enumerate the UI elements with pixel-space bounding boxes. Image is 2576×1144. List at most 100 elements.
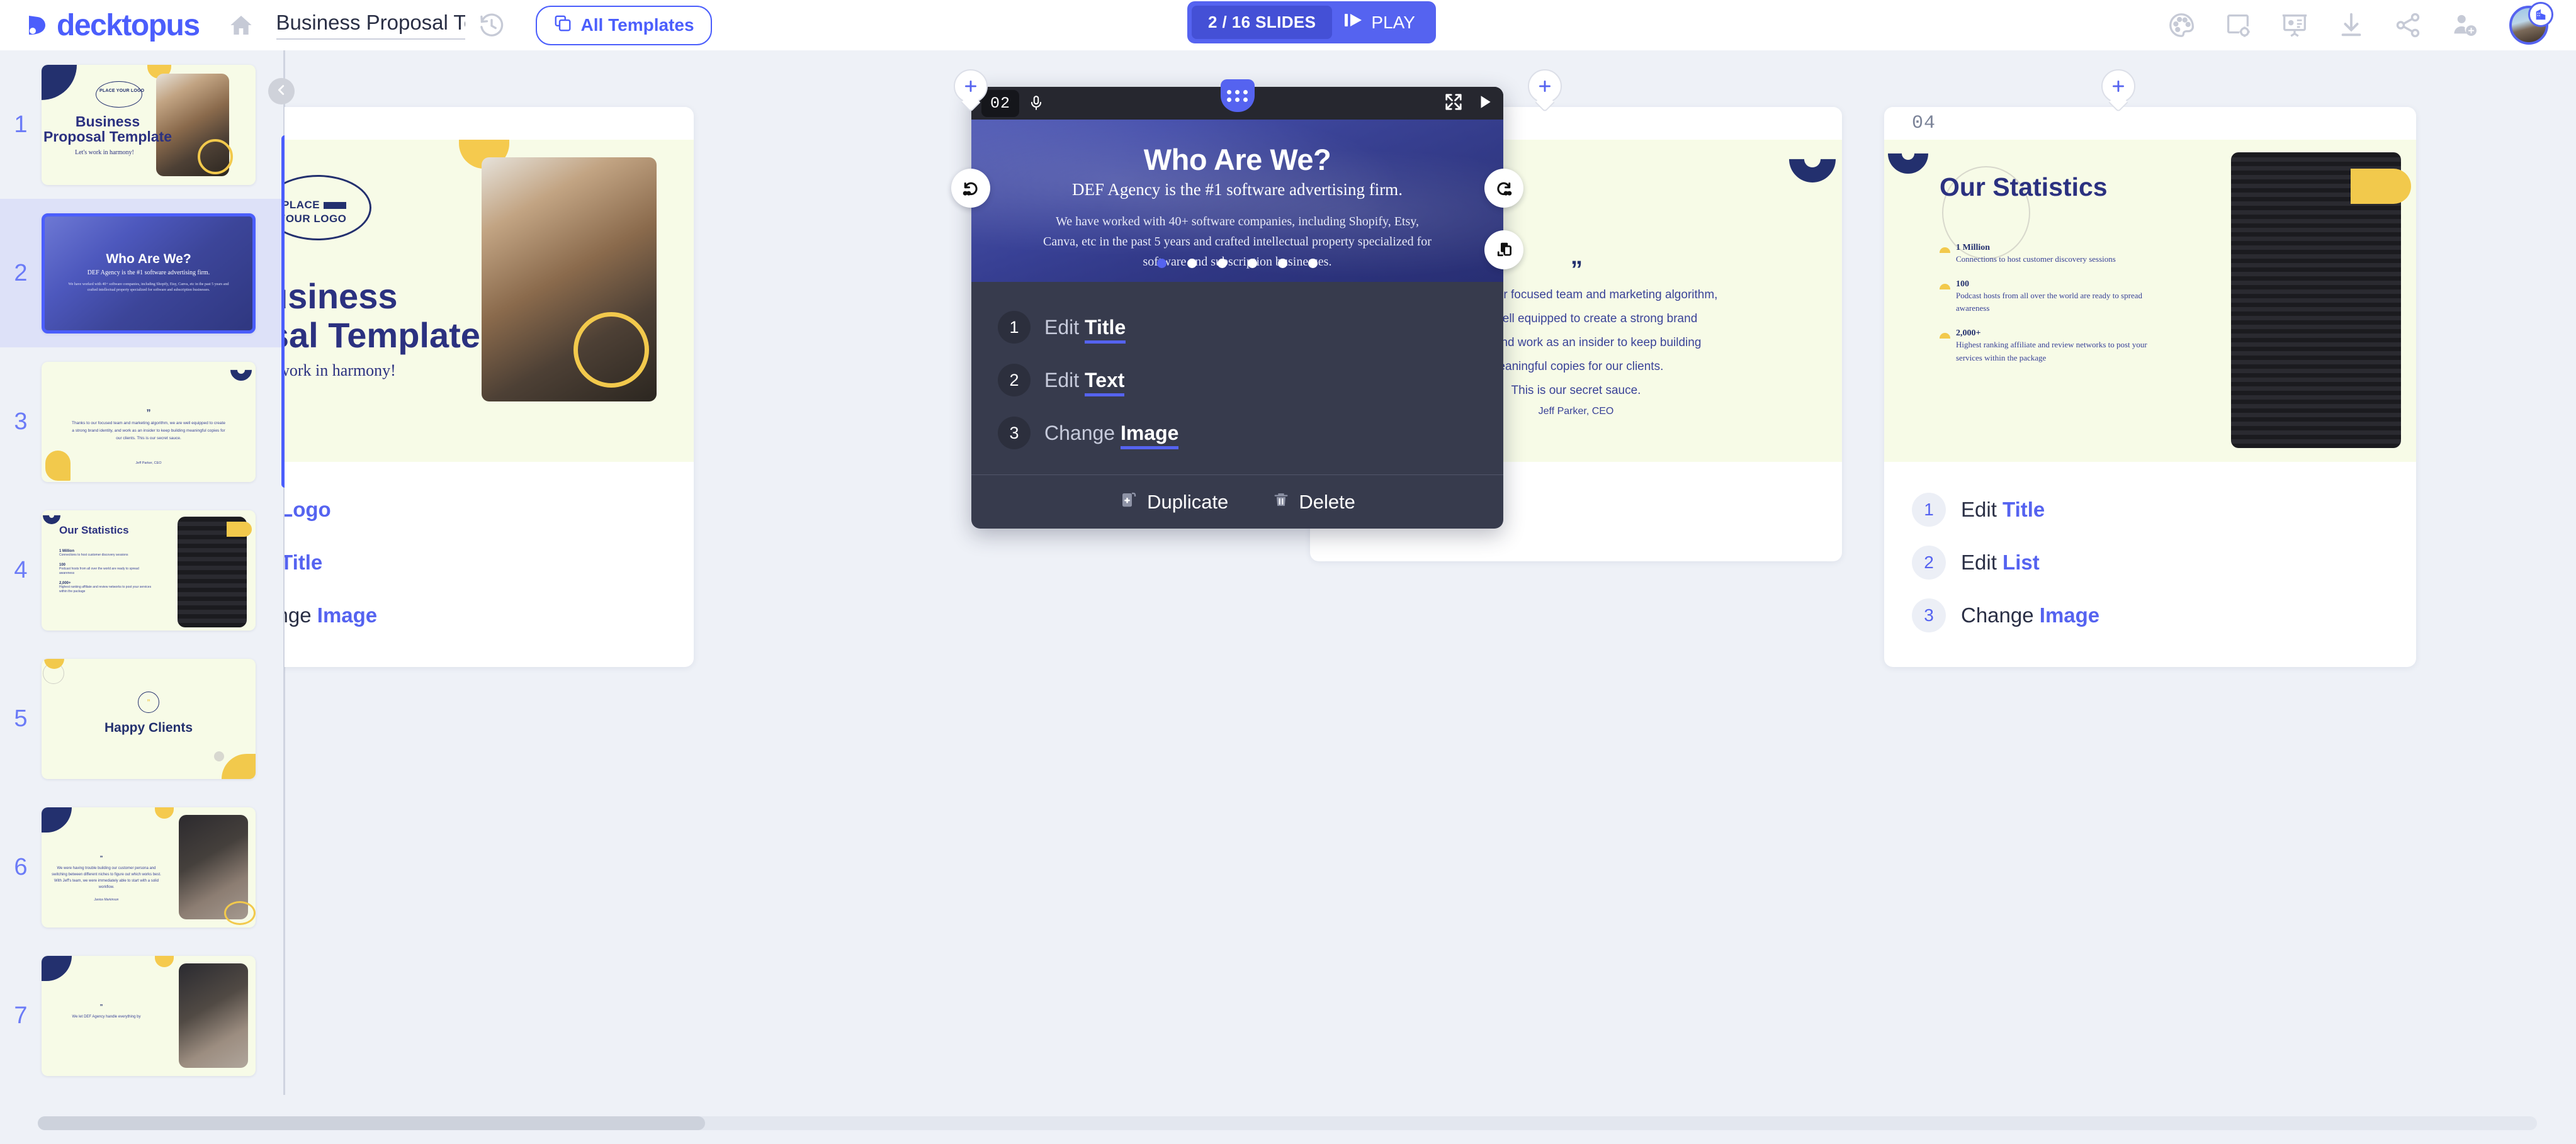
document-title-input[interactable] xyxy=(276,11,465,40)
horizontal-scroll-thumb[interactable] xyxy=(38,1116,705,1130)
active-slide-artboard[interactable]: Who Are We? DEF Agency is the #1 softwar… xyxy=(951,120,1523,282)
carousel-dot-6[interactable] xyxy=(1308,259,1318,268)
carousel-dot-1[interactable] xyxy=(1157,259,1167,268)
sidebar-thumb-5[interactable]: 5 ” Happy Clients xyxy=(0,644,285,793)
carousel-dot-4[interactable] xyxy=(1248,259,1257,268)
add-slide-button-2[interactable] xyxy=(1528,69,1562,103)
decor-gray-dot xyxy=(214,751,224,761)
sidebar-thumb-4[interactable]: 4 Our Statistics 1 Million Connections t… xyxy=(0,496,285,644)
download-icon[interactable] xyxy=(2337,11,2366,40)
slide-subtitle[interactable]: DEF Agency is the #1 software advertisin… xyxy=(971,180,1503,199)
slide-thumbnail-sidebar[interactable]: 1 PLACE YOUR LOGO Business Proposal Temp… xyxy=(0,50,285,1095)
stat-desc: Highest ranking affiliate and review net… xyxy=(1956,340,2147,362)
drag-handle-icon[interactable] xyxy=(1220,79,1255,112)
thumb-logo-ring xyxy=(96,81,142,108)
stats-list[interactable]: 1 Million Connections to host customer d… xyxy=(1940,243,2147,364)
thumb-preview: ” We let DEF Agency handle everything by xyxy=(42,955,256,1076)
undo-button[interactable] xyxy=(951,169,990,208)
add-user-icon[interactable] xyxy=(2450,11,2479,40)
decor-yellow-petal xyxy=(45,450,71,481)
microphone-icon[interactable] xyxy=(1028,94,1044,113)
action-target: Logo xyxy=(285,498,331,521)
slide-settings-icon[interactable] xyxy=(2223,11,2252,40)
action-edit-text[interactable]: 2 Edit Text xyxy=(998,354,1503,407)
layout-carousel-dots[interactable] xyxy=(971,259,1503,268)
action-edit-title[interactable]: 1 Edit Title xyxy=(998,301,1503,354)
top-bar: decktopus All Templates 2 / 16 SLIDES xyxy=(0,0,2576,50)
action-change-image[interactable]: 3 Change Image xyxy=(1912,589,2416,642)
palette-icon[interactable] xyxy=(2167,11,2196,40)
brand-logo[interactable]: decktopus xyxy=(26,8,200,43)
thumb-number: 1 xyxy=(14,111,28,138)
duplicate-button[interactable]: Duplicate xyxy=(1119,490,1228,515)
slide-title[interactable]: Who Are We? xyxy=(971,142,1503,177)
sidebar-thumb-1[interactable]: 1 PLACE YOUR LOGO Business Proposal Temp… xyxy=(0,50,285,199)
play-slide-icon[interactable] xyxy=(1477,93,1493,114)
stat-desc: Podcast hosts from all over the world ar… xyxy=(1956,291,2143,313)
delete-button[interactable]: Delete xyxy=(1272,490,1355,515)
action-change-image[interactable]: 3 Change Image xyxy=(998,407,1503,459)
slide-artboard-01[interactable]: PLACE YOUR LOGO Business Proposal Templa… xyxy=(285,140,694,462)
thumb-title: Our Statistics xyxy=(59,524,129,536)
decor-yellow-blob xyxy=(155,807,174,819)
redo-button[interactable] xyxy=(1484,169,1523,208)
stat-value: 1 Million xyxy=(1956,243,1991,252)
sidebar-thumb-6[interactable]: 6 ” We were having trouble building our … xyxy=(0,793,285,941)
play-button[interactable]: PLAY xyxy=(1335,7,1432,38)
slide-card-02-active[interactable]: 02 Who Are We? DEF Agency is the #1 soft… xyxy=(951,79,1523,529)
action-change-image[interactable]: 3 Change Image xyxy=(285,589,694,642)
stat-desc: Connections to host customer discovery s… xyxy=(59,552,128,557)
decor-yellow-blob xyxy=(155,955,174,967)
action-edit-logo[interactable]: 1 Edit Logo xyxy=(285,483,694,536)
slide-logo[interactable]: PLACE YOUR LOGO xyxy=(285,175,371,240)
action-verb: Edit xyxy=(1961,498,1997,521)
user-avatar-wrapper[interactable] xyxy=(2509,2,2553,45)
slides-canvas[interactable]: 01 PLACE YOUR LOGO Business Proposal Tem… xyxy=(285,50,2576,1096)
home-icon[interactable] xyxy=(229,13,254,38)
slide-title-line1[interactable]: Business xyxy=(285,276,477,317)
slide-card-01[interactable]: 01 PLACE YOUR LOGO Business Proposal Tem… xyxy=(285,107,694,667)
stat-item: 100 Podcast hosts from all over the worl… xyxy=(1940,279,2147,315)
decktopus-mark-icon xyxy=(26,14,49,36)
share-icon[interactable] xyxy=(2393,11,2422,40)
add-slide-button-3[interactable] xyxy=(2101,69,2135,103)
slide-title-line2[interactable]: Proposal Template xyxy=(285,315,486,356)
carousel-dot-3[interactable] xyxy=(1217,259,1227,268)
title-underline xyxy=(276,38,465,40)
slides-counter[interactable]: 2 / 16 SLIDES xyxy=(1192,6,1333,39)
action-target: Title xyxy=(1085,315,1126,344)
history-icon[interactable] xyxy=(478,11,506,39)
carousel-dot-2[interactable] xyxy=(1187,259,1197,268)
change-layout-button[interactable] xyxy=(1484,230,1523,269)
action-edit-title[interactable]: 1 Edit Title xyxy=(1912,483,2416,536)
carousel-dot-5[interactable] xyxy=(1278,259,1287,268)
sidebar-thumb-3[interactable]: 3 ” Thanks to our focused team and marke… xyxy=(0,347,285,496)
action-index: 1 xyxy=(1912,493,1946,527)
all-templates-button[interactable]: All Templates xyxy=(535,5,712,45)
thumb-number: 3 xyxy=(14,408,28,435)
sidebar-thumb-7[interactable]: 7 ” We let DEF Agency handle everything … xyxy=(0,941,285,1090)
slide-card-04[interactable]: 04 Our Statistics 1 Million Connections … xyxy=(1884,107,2416,667)
stat-desc: Connections to host customer discovery s… xyxy=(1956,254,2116,264)
sidebar-thumb-2[interactable]: 2 Who Are We? DEF Agency is the #1 softw… xyxy=(0,199,285,347)
action-verb: Edit xyxy=(1961,551,1997,574)
expand-icon[interactable] xyxy=(1444,93,1463,115)
slide-title[interactable]: Our Statistics xyxy=(1940,172,2108,202)
add-slide-button-1[interactable] xyxy=(954,69,988,103)
document-title-field[interactable] xyxy=(276,11,465,40)
action-edit-list[interactable]: 2 Edit List xyxy=(1912,536,2416,589)
action-index: 1 xyxy=(998,311,1031,344)
slide-actions-04: 1 Edit Title 2 Edit List 3 Change Image xyxy=(1884,462,2416,667)
decor-yellow-blob xyxy=(227,521,252,537)
company-badge-icon[interactable] xyxy=(2528,2,2553,27)
action-edit-title[interactable]: 2 Edit Title xyxy=(285,536,694,589)
stat-bullet-icon xyxy=(1940,247,1950,253)
collapse-sidebar-button[interactable] xyxy=(268,78,295,104)
slide-artboard-04[interactable]: Our Statistics 1 Million Connections to … xyxy=(1884,140,2416,462)
slide-subtitle[interactable]: Let's work in harmony! xyxy=(285,361,477,380)
stat-bullet-icon xyxy=(1940,333,1950,339)
active-slide-number: 02 xyxy=(981,89,1020,117)
thumb-title-line1: Business xyxy=(75,113,140,130)
presentation-icon[interactable] xyxy=(2280,11,2309,40)
thumb-quote: We were having trouble building our cust… xyxy=(52,866,161,890)
